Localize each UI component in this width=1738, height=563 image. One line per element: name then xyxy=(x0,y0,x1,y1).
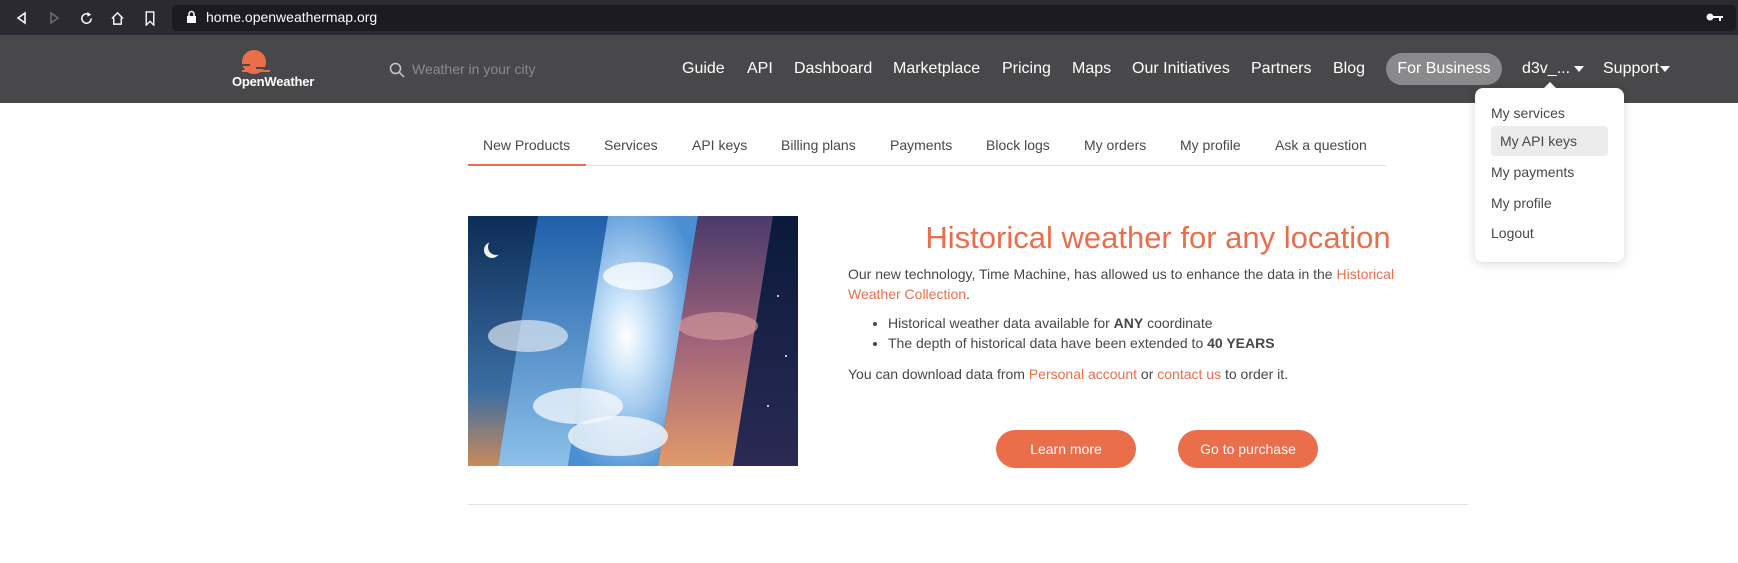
personal-account-link[interactable]: Personal account xyxy=(1029,366,1137,382)
menu-item-my-api-keys[interactable]: My API keys xyxy=(1500,133,1577,149)
bullet-bold: 40 YEARS xyxy=(1207,335,1275,351)
support-label: Support xyxy=(1603,60,1660,77)
section-divider xyxy=(468,504,1468,505)
tab-block-logs[interactable]: Block logs xyxy=(986,137,1050,153)
tab-new-products[interactable]: New Products xyxy=(483,137,570,153)
chevron-down-icon xyxy=(1574,65,1585,72)
tab-payments[interactable]: Payments xyxy=(890,137,952,153)
tab-my-orders[interactable]: My orders xyxy=(1084,137,1146,153)
search-input[interactable] xyxy=(412,58,592,80)
reload-icon[interactable] xyxy=(75,7,97,29)
download-text: You can download data from xyxy=(848,366,1029,382)
search-icon[interactable] xyxy=(389,62,405,83)
contact-us-link[interactable]: contact us xyxy=(1157,366,1221,382)
nav-pricing[interactable]: Pricing xyxy=(1002,60,1051,78)
bullet-text: The depth of historical data have been e… xyxy=(888,335,1208,351)
tab-ask-a-question[interactable]: Ask a question xyxy=(1275,137,1367,153)
lock-icon xyxy=(186,10,197,28)
forward-icon[interactable] xyxy=(43,7,65,29)
user-dropdown-menu: My services My API keys My payments My p… xyxy=(1475,88,1624,262)
logo-text: OpenWeather xyxy=(232,74,315,89)
intro-end: . xyxy=(966,286,970,302)
nav-partners[interactable]: Partners xyxy=(1251,60,1311,78)
key-icon[interactable] xyxy=(1706,10,1724,28)
bullet-bold: ANY xyxy=(1113,315,1144,331)
nav-guide[interactable]: Guide xyxy=(682,60,725,78)
chevron-down-icon xyxy=(1660,65,1671,72)
feature-list: Historical weather data available for AN… xyxy=(888,313,1275,353)
menu-item-my-payments[interactable]: My payments xyxy=(1491,164,1574,180)
learn-more-button[interactable]: Learn more xyxy=(996,430,1136,468)
menu-item-logout[interactable]: Logout xyxy=(1491,225,1534,241)
url-text[interactable]: home.openweathermap.org xyxy=(206,9,377,25)
for-business-button[interactable]: For Business xyxy=(1386,53,1502,85)
nav-blog[interactable]: Blog xyxy=(1333,60,1365,78)
active-tab-indicator xyxy=(468,164,586,166)
download-text: or xyxy=(1137,366,1158,382)
bullet-text: Historical weather data available for xyxy=(888,315,1114,331)
bullet-text: coordinate xyxy=(1143,315,1213,331)
nav-api[interactable]: API xyxy=(747,60,773,78)
nav-dashboard[interactable]: Dashboard xyxy=(794,60,872,78)
tab-my-profile[interactable]: My profile xyxy=(1180,137,1241,153)
menu-item-my-services[interactable]: My services xyxy=(1491,105,1565,121)
download-paragraph: You can download data from Personal acco… xyxy=(848,364,1448,384)
tabs-divider xyxy=(468,165,1386,166)
tab-billing-plans[interactable]: Billing plans xyxy=(781,137,856,153)
address-bar[interactable] xyxy=(172,5,1736,31)
nav-marketplace[interactable]: Marketplace xyxy=(893,60,980,78)
page-title: Historical weather for any location xyxy=(925,220,1391,255)
home-icon[interactable] xyxy=(106,7,128,29)
download-text: to order it. xyxy=(1221,366,1289,382)
nav-maps[interactable]: Maps xyxy=(1072,60,1111,78)
tab-api-keys[interactable]: API keys xyxy=(692,137,747,153)
support-menu-toggle[interactable]: Support xyxy=(1603,60,1671,78)
sky-collage-image xyxy=(468,216,798,466)
back-icon[interactable] xyxy=(11,7,33,29)
tab-services[interactable]: Services xyxy=(604,137,658,153)
list-item: Historical weather data available for AN… xyxy=(888,313,1275,333)
user-name: d3v_... xyxy=(1522,60,1571,77)
intro-paragraph: Our new technology, Time Machine, has al… xyxy=(848,264,1448,304)
intro-text: Our new technology, Time Machine, has al… xyxy=(848,266,1337,282)
nav-our-initiatives[interactable]: Our Initiatives xyxy=(1132,60,1230,78)
go-to-purchase-button[interactable]: Go to purchase xyxy=(1178,430,1318,468)
list-item: The depth of historical data have been e… xyxy=(888,333,1275,353)
bookmark-icon[interactable] xyxy=(139,7,161,29)
menu-item-my-profile[interactable]: My profile xyxy=(1491,195,1552,211)
user-menu-toggle[interactable]: d3v_... xyxy=(1522,60,1585,78)
